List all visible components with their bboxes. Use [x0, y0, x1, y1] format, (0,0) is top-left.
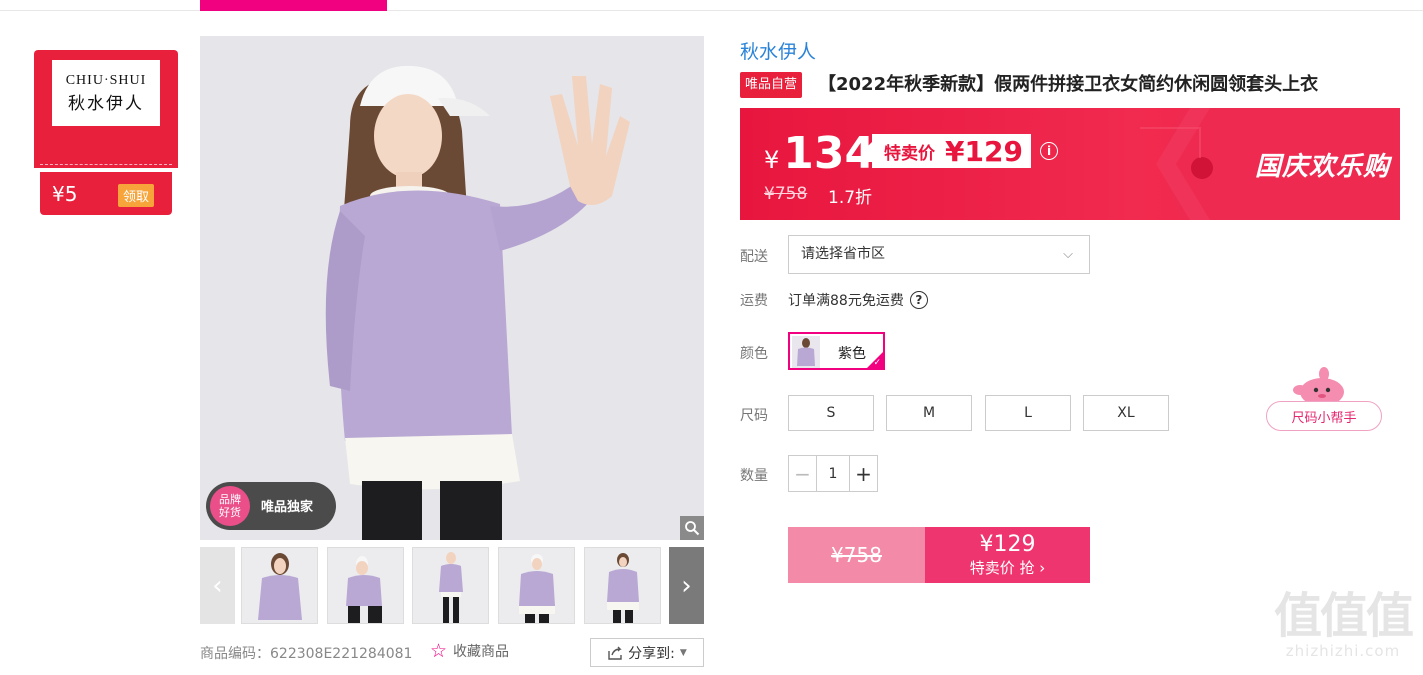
original-price: ¥758 — [764, 184, 808, 204]
active-nav-indicator — [200, 0, 387, 11]
size-option[interactable]: XL — [1083, 395, 1169, 431]
mascot-icon — [1293, 367, 1344, 406]
thumbnail-next-button[interactable]: › — [669, 547, 704, 624]
quantity-increase-button[interactable]: + — [849, 456, 877, 491]
buy-label: 特卖价 抢 › — [969, 559, 1046, 577]
share-icon — [608, 646, 622, 660]
star-icon: ☆ — [430, 640, 448, 662]
brand-coupon-card[interactable]: CHIU·SHUI 秋水伊人 ¥5 领取 — [34, 50, 178, 215]
shipping-info: 订单满88元免运费 ? — [788, 290, 928, 310]
sale-price-label: 特卖价 — [884, 143, 935, 164]
color-option-label: 紫色 — [838, 346, 866, 362]
favorite-label: 收藏商品 — [453, 644, 510, 660]
size-helper-button[interactable]: 尺码小帮手 — [1266, 401, 1382, 431]
thumbnail[interactable] — [412, 547, 489, 624]
size-option[interactable]: M — [886, 395, 972, 431]
buy-now-button[interactable]: ¥129 特卖价 抢 › — [925, 527, 1090, 583]
size-option[interactable]: L — [985, 395, 1071, 431]
sale-price-value: ¥129 — [945, 134, 1023, 168]
quantity-label: 数量 — [740, 468, 768, 484]
sale-price-box: 特卖价 ¥129 — [863, 134, 1031, 168]
product-title: 【2022年秋季新款】假两件拼接卫衣女简约休闲圆领套头上衣 — [818, 74, 1319, 95]
product-code: 商品编码：622308E221284081 — [200, 646, 413, 662]
quantity-value[interactable]: 1 — [817, 456, 849, 491]
size-option[interactable]: S — [788, 395, 874, 431]
brand-link[interactable]: 秋水伊人 — [740, 37, 816, 64]
size-label: 尺码 — [740, 408, 768, 424]
brand-card-top: CHIU·SHUI 秋水伊人 — [34, 50, 178, 168]
color-thumbnail — [792, 336, 820, 368]
zoom-icon[interactable] — [680, 516, 704, 540]
buy-original-price: ¥758 — [788, 527, 925, 583]
brand-goods-badge: 品牌好货 — [210, 486, 250, 526]
coupon-value: ¥5 — [52, 182, 78, 206]
main-product-image[interactable] — [200, 36, 704, 540]
region-select-value: 请选择省市区 — [801, 246, 885, 262]
quantity-stepper: − 1 + — [788, 455, 878, 492]
brand-logo[interactable]: CHIU·SHUI 秋水伊人 — [52, 60, 160, 126]
region-select[interactable]: 请选择省市区 ⌵ — [788, 235, 1090, 274]
thumbnail[interactable] — [327, 547, 404, 624]
badge-circle-text: 品牌好货 — [219, 493, 241, 519]
promo-title: 国庆欢乐购 — [1255, 152, 1391, 182]
size-helper[interactable]: 尺码小帮手 — [1266, 366, 1382, 432]
brand-logo-cn: 秋水伊人 — [68, 93, 144, 114]
favorite-button[interactable]: ☆ 收藏商品 — [430, 641, 509, 661]
watermark-url: zhizhizhi.com — [1285, 642, 1401, 660]
caret-down-icon: ▼ — [679, 647, 687, 658]
shipping-label: 运费 — [740, 293, 768, 309]
thumbnail-prev-button[interactable]: ‹ — [200, 547, 235, 624]
color-option-purple[interactable]: 紫色 ✓ — [788, 332, 885, 370]
current-price: ¥ 134 — [764, 128, 875, 179]
info-icon[interactable]: i — [1040, 142, 1058, 160]
self-operated-tag: 唯品自营 — [740, 72, 803, 98]
buy-button[interactable]: ¥758 ¥129 特卖价 抢 › — [788, 527, 1090, 583]
shipping-text: 订单满88元免运费 — [788, 293, 904, 309]
current-price-value: 134 — [783, 128, 876, 179]
price-banner: ¥ 134 特卖价 ¥129 i ¥758 1.7折 国庆欢乐购 — [740, 108, 1400, 220]
share-dropdown[interactable]: 分享到: ▼ — [590, 638, 704, 667]
coupon: ¥5 领取 — [40, 164, 172, 215]
quantity-decrease-button[interactable]: − — [789, 456, 817, 491]
thumbnail[interactable] — [584, 547, 661, 624]
thumbnail[interactable] — [241, 547, 318, 624]
check-icon: ✓ — [873, 358, 881, 368]
claim-coupon-button[interactable]: 领取 — [117, 184, 154, 207]
model-illustration — [200, 36, 704, 540]
buy-price: ¥129 — [979, 532, 1036, 557]
chevron-down-icon: ⌵ — [1063, 247, 1073, 262]
badge-text: 唯品独家 — [261, 500, 314, 515]
color-label: 颜色 — [740, 346, 768, 362]
watermark-logo: 值值值 — [1273, 588, 1414, 644]
site-watermark: 值值值 zhizhizhi.com — [1268, 590, 1418, 660]
discount-rate: 1.7折 — [828, 188, 873, 208]
delivery-label: 配送 — [740, 249, 768, 265]
help-icon[interactable]: ? — [909, 291, 928, 309]
share-label: 分享到: — [628, 645, 675, 662]
currency-symbol: ¥ — [764, 146, 780, 174]
exclusive-badge: 品牌好货 唯品独家 — [206, 482, 336, 530]
brand-logo-en: CHIU·SHUI — [65, 72, 147, 88]
thumbnail[interactable] — [498, 547, 575, 624]
